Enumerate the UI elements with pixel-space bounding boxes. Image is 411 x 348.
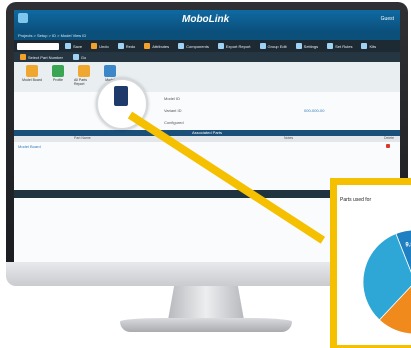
toolbar-label: Export Report xyxy=(225,43,251,49)
part-icon xyxy=(20,54,26,60)
gear-icon xyxy=(327,43,334,49)
board-icon xyxy=(26,65,38,77)
col-delete: Delete xyxy=(384,136,395,140)
search-icon xyxy=(178,43,185,49)
table-header: Part Name Notes Delete xyxy=(14,136,400,142)
toolbar-label: Group Edit xyxy=(267,43,287,49)
form-label-configured: Configured xyxy=(164,120,184,125)
folder-icon xyxy=(144,43,151,49)
model-icon xyxy=(104,65,116,77)
gear-icon xyxy=(361,43,368,49)
ribbon-label: All Parts Report xyxy=(74,78,88,86)
report-icon xyxy=(78,65,90,77)
toolbar-label: Settings xyxy=(303,43,319,49)
toolbar-components[interactable]: Components xyxy=(175,42,212,51)
main-toolbar: Save Undo Redo Attributes Components Exp… xyxy=(14,40,400,52)
select-part-button[interactable]: Select Part Number xyxy=(17,53,66,62)
ribbon-profile[interactable]: Profile xyxy=(48,65,68,95)
toolbar-label: Redo xyxy=(125,43,136,49)
gear-icon xyxy=(295,43,302,49)
profile-icon xyxy=(52,65,64,77)
filter-select[interactable] xyxy=(17,42,59,50)
save-icon xyxy=(65,43,71,49)
pie-label: 9.8% xyxy=(405,243,411,249)
toolbar2-label: Select Part Number xyxy=(28,54,63,60)
breadcrumb: Projects > Setup > ID > Model View ID xyxy=(14,32,400,40)
ribbon-label: Model Board xyxy=(22,78,42,82)
secondary-toolbar: Select Part Number Go xyxy=(14,52,400,62)
report-icon xyxy=(217,43,224,49)
toolbar-kits[interactable]: Kits xyxy=(358,42,379,51)
toolbar-rules[interactable]: Set Rules xyxy=(324,42,355,51)
form-value-variant[interactable]: 000-000-00 xyxy=(304,108,324,113)
toolbar-export[interactable]: Export Report xyxy=(215,42,254,51)
device-icon xyxy=(114,86,128,106)
toolbar-redo[interactable]: Redo xyxy=(115,42,139,51)
ribbon-all-parts[interactable]: All Parts Report xyxy=(74,65,94,95)
gear-icon xyxy=(259,43,266,49)
toolbar-undo[interactable]: Undo xyxy=(88,42,112,51)
toolbar-label: Undo xyxy=(99,43,109,49)
app-logo: MoboLink xyxy=(182,14,230,25)
pie-chart: 9.8%5.3%4.9% xyxy=(362,229,411,335)
redo-icon xyxy=(117,43,124,49)
toolbar-label: Save xyxy=(73,43,83,49)
toolbar-label: Set Rules xyxy=(335,43,353,49)
toolbar2-label: Go xyxy=(80,54,87,60)
form-label-variant: Variant ID xyxy=(164,108,182,113)
col-notes: Notes xyxy=(284,136,294,140)
form-label-model: Model ID xyxy=(164,96,181,101)
col-part-name: Part Name xyxy=(74,136,91,140)
monitor-stand-neck xyxy=(168,286,244,320)
toolbar-group-edit[interactable]: Group Edit xyxy=(257,42,290,51)
ribbon-label: Profile xyxy=(53,78,63,82)
app-menu-icon[interactable] xyxy=(18,13,28,23)
toolbar-save[interactable]: Save xyxy=(62,42,85,51)
monitor-stand-base xyxy=(120,318,292,332)
toolbar-attributes[interactable]: Attributes xyxy=(141,42,172,51)
chart-title: Parts used for xyxy=(340,197,372,203)
toolbar-label: Kits xyxy=(369,43,377,49)
go-button[interactable]: Go xyxy=(70,53,89,62)
user-menu[interactable]: Guest xyxy=(381,16,394,22)
table-row[interactable]: Model Board xyxy=(18,144,41,149)
ribbon-model-board[interactable]: Model Board xyxy=(22,65,42,95)
go-icon xyxy=(72,54,79,60)
toolbar-label: Components xyxy=(186,43,209,49)
app-header: MoboLink Guest xyxy=(14,10,400,32)
undo-icon xyxy=(91,43,98,49)
toolbar-settings[interactable]: Settings xyxy=(293,42,321,51)
toolbar-label: Attributes xyxy=(152,43,170,49)
delete-icon[interactable] xyxy=(386,144,390,148)
